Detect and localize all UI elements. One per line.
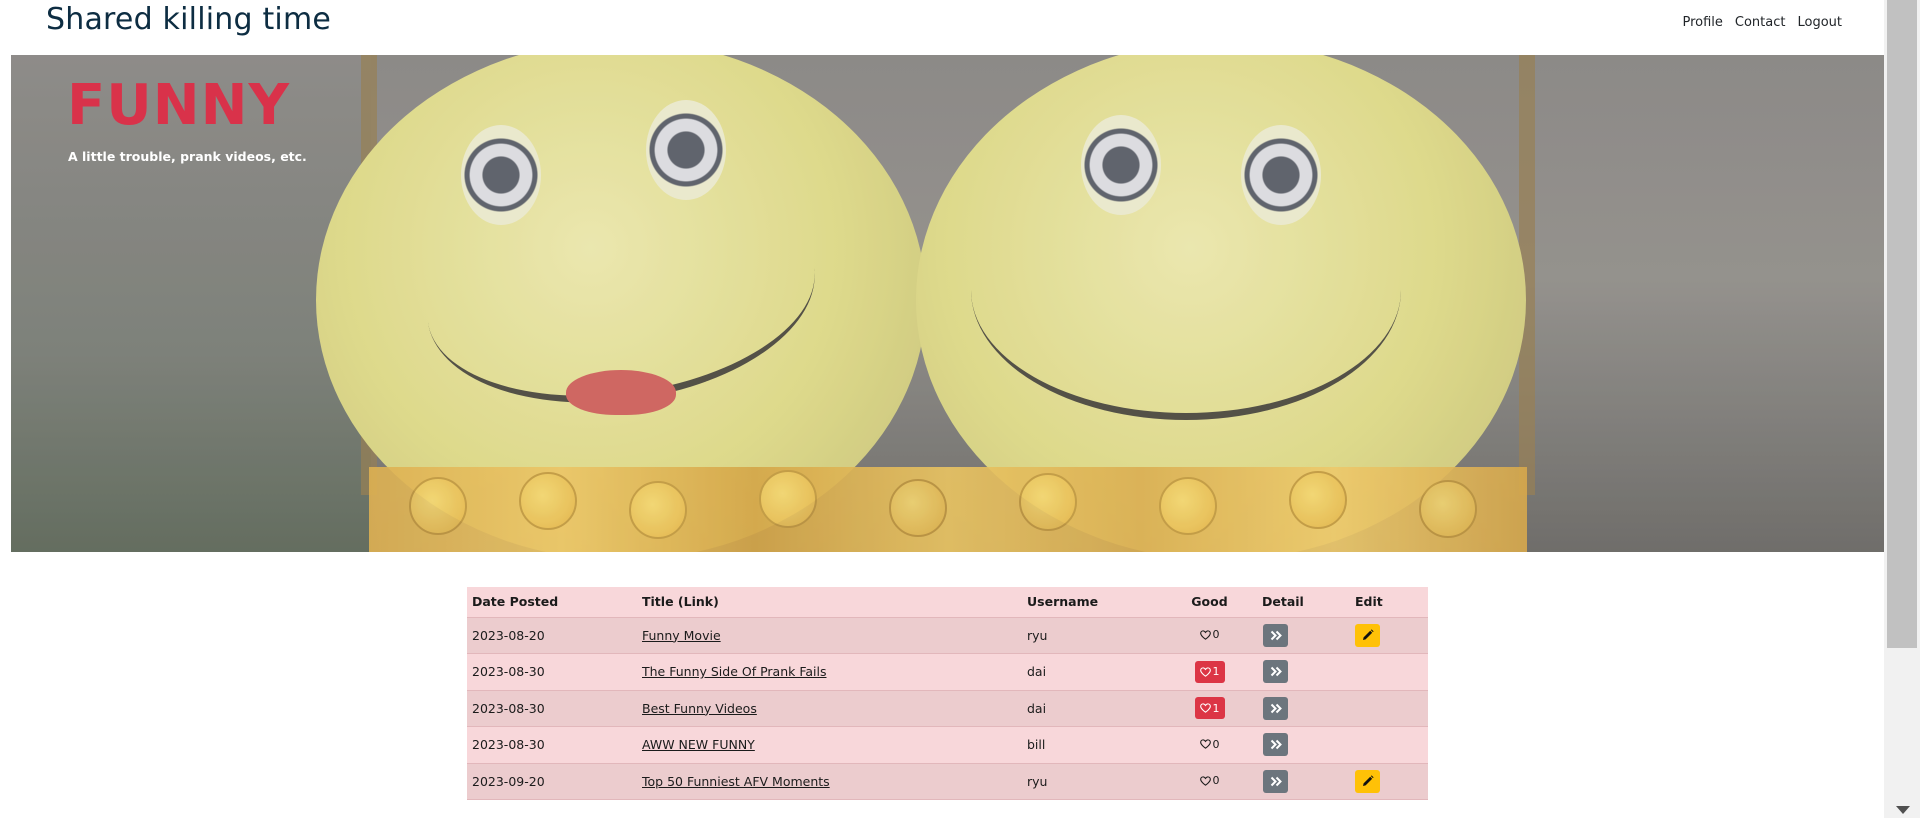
hero-banner: FUNNY A little trouble, prank videos, et… (11, 55, 1884, 552)
table-row: 2023-08-30 Best Funny Videos dai 1 (467, 690, 1428, 727)
detail-button[interactable] (1263, 660, 1288, 684)
cell-date: 2023-08-20 (467, 617, 637, 654)
good-button[interactable]: 0 (1199, 628, 1220, 642)
column-header-date: Date Posted (467, 587, 637, 618)
cell-date: 2023-08-30 (467, 653, 637, 691)
detail-button[interactable] (1263, 733, 1288, 757)
good-button[interactable]: 1 (1194, 697, 1225, 720)
nav-profile-link[interactable]: Profile (1682, 15, 1722, 30)
detail-button[interactable] (1263, 623, 1288, 647)
main-nav: Profile Contact Logout (1682, 15, 1842, 30)
cell-title: AWW NEW FUNNY (637, 726, 1022, 764)
edit-button[interactable] (1355, 769, 1380, 793)
pencil-icon (1362, 775, 1374, 787)
good-button[interactable]: 1 (1194, 660, 1225, 683)
cell-username: ryu (1022, 763, 1162, 800)
column-header-good: Good (1162, 587, 1257, 618)
posts-table-body: 2023-08-20 Funny Movie ryu 0 2023-08-30 The F… (467, 617, 1428, 800)
cell-edit (1350, 617, 1428, 654)
cell-detail (1257, 763, 1350, 800)
cell-good: 0 (1162, 763, 1257, 800)
page-gutter (0, 0, 11, 818)
nav-logout-link[interactable]: Logout (1797, 15, 1842, 30)
pencil-icon (1362, 629, 1374, 641)
good-count: 0 (1212, 628, 1220, 642)
cell-detail (1257, 617, 1350, 654)
good-count: 0 (1212, 774, 1220, 788)
edit-button[interactable] (1355, 623, 1380, 647)
column-header-edit: Edit (1350, 587, 1428, 618)
cell-good: 0 (1162, 617, 1257, 654)
column-header-username: Username (1022, 587, 1162, 618)
cell-date: 2023-08-30 (467, 726, 637, 764)
cell-edit (1350, 690, 1428, 727)
post-title-link[interactable]: The Funny Side Of Prank Fails (642, 664, 827, 679)
table-header-row: Date Posted Title (Link) Username Good D… (467, 587, 1428, 618)
vertical-scrollbar[interactable] (1884, 0, 1920, 818)
double-chevron-right-icon (1270, 630, 1282, 641)
cell-username: bill (1022, 726, 1162, 764)
table-row: 2023-08-30 AWW NEW FUNNY bill 0 (467, 726, 1428, 764)
nav-contact-link[interactable]: Contact (1735, 15, 1786, 30)
hero-title: FUNNY (67, 73, 291, 138)
good-button[interactable]: 0 (1199, 774, 1220, 788)
cell-detail (1257, 653, 1350, 691)
post-title-link[interactable]: Best Funny Videos (642, 701, 757, 716)
cell-good: 1 (1162, 690, 1257, 727)
cell-edit (1350, 726, 1428, 764)
hero-overlay (11, 55, 1884, 552)
good-count: 0 (1212, 737, 1220, 751)
double-chevron-right-icon (1270, 739, 1282, 750)
site-header: Shared killing time Profile Contact Logo… (11, 0, 1884, 55)
good-count: 1 (1212, 665, 1220, 679)
cell-title: The Funny Side Of Prank Fails (637, 653, 1022, 691)
double-chevron-right-icon (1270, 703, 1282, 714)
cell-title: Best Funny Videos (637, 690, 1022, 727)
cell-username: ryu (1022, 617, 1162, 654)
cell-username: dai (1022, 690, 1162, 727)
heart-icon (1199, 776, 1211, 786)
cell-good: 1 (1162, 653, 1257, 691)
cell-good: 0 (1162, 726, 1257, 764)
heart-icon (1199, 703, 1211, 714)
scroll-down-arrow-icon[interactable] (1896, 806, 1910, 814)
table-row: 2023-08-30 The Funny Side Of Prank Fails d… (467, 653, 1428, 691)
double-chevron-right-icon (1270, 776, 1282, 787)
good-button[interactable]: 0 (1199, 737, 1220, 751)
cell-title: Funny Movie (637, 617, 1022, 654)
heart-icon (1199, 630, 1211, 640)
table-row: 2023-09-20 Top 50 Funniest AFV Moments ryu… (467, 763, 1428, 800)
detail-button[interactable] (1263, 696, 1288, 720)
site-brand-link[interactable]: Shared killing time (46, 2, 331, 37)
post-title-link[interactable]: Funny Movie (642, 628, 721, 643)
table-row: 2023-08-20 Funny Movie ryu 0 (467, 617, 1428, 654)
heart-icon (1199, 667, 1211, 677)
post-title-link[interactable]: Top 50 Funniest AFV Moments (642, 774, 830, 789)
cell-edit (1350, 653, 1428, 691)
cell-date: 2023-08-30 (467, 690, 637, 727)
good-count: 1 (1212, 701, 1220, 715)
cell-edit (1350, 763, 1428, 800)
cell-detail (1257, 726, 1350, 764)
hero-subtitle: A little trouble, prank videos, etc. (68, 149, 307, 164)
scrollbar-thumb[interactable] (1887, 0, 1917, 648)
column-header-title: Title (Link) (637, 587, 1022, 618)
posts-table: Date Posted Title (Link) Username Good D… (467, 587, 1428, 800)
cell-detail (1257, 690, 1350, 727)
cell-date: 2023-09-20 (467, 763, 637, 800)
detail-button[interactable] (1263, 769, 1288, 793)
post-title-link[interactable]: AWW NEW FUNNY (642, 737, 755, 752)
column-header-detail: Detail (1257, 587, 1350, 618)
double-chevron-right-icon (1270, 666, 1282, 677)
heart-icon (1199, 739, 1211, 750)
cell-title: Top 50 Funniest AFV Moments (637, 763, 1022, 800)
cell-username: dai (1022, 653, 1162, 691)
